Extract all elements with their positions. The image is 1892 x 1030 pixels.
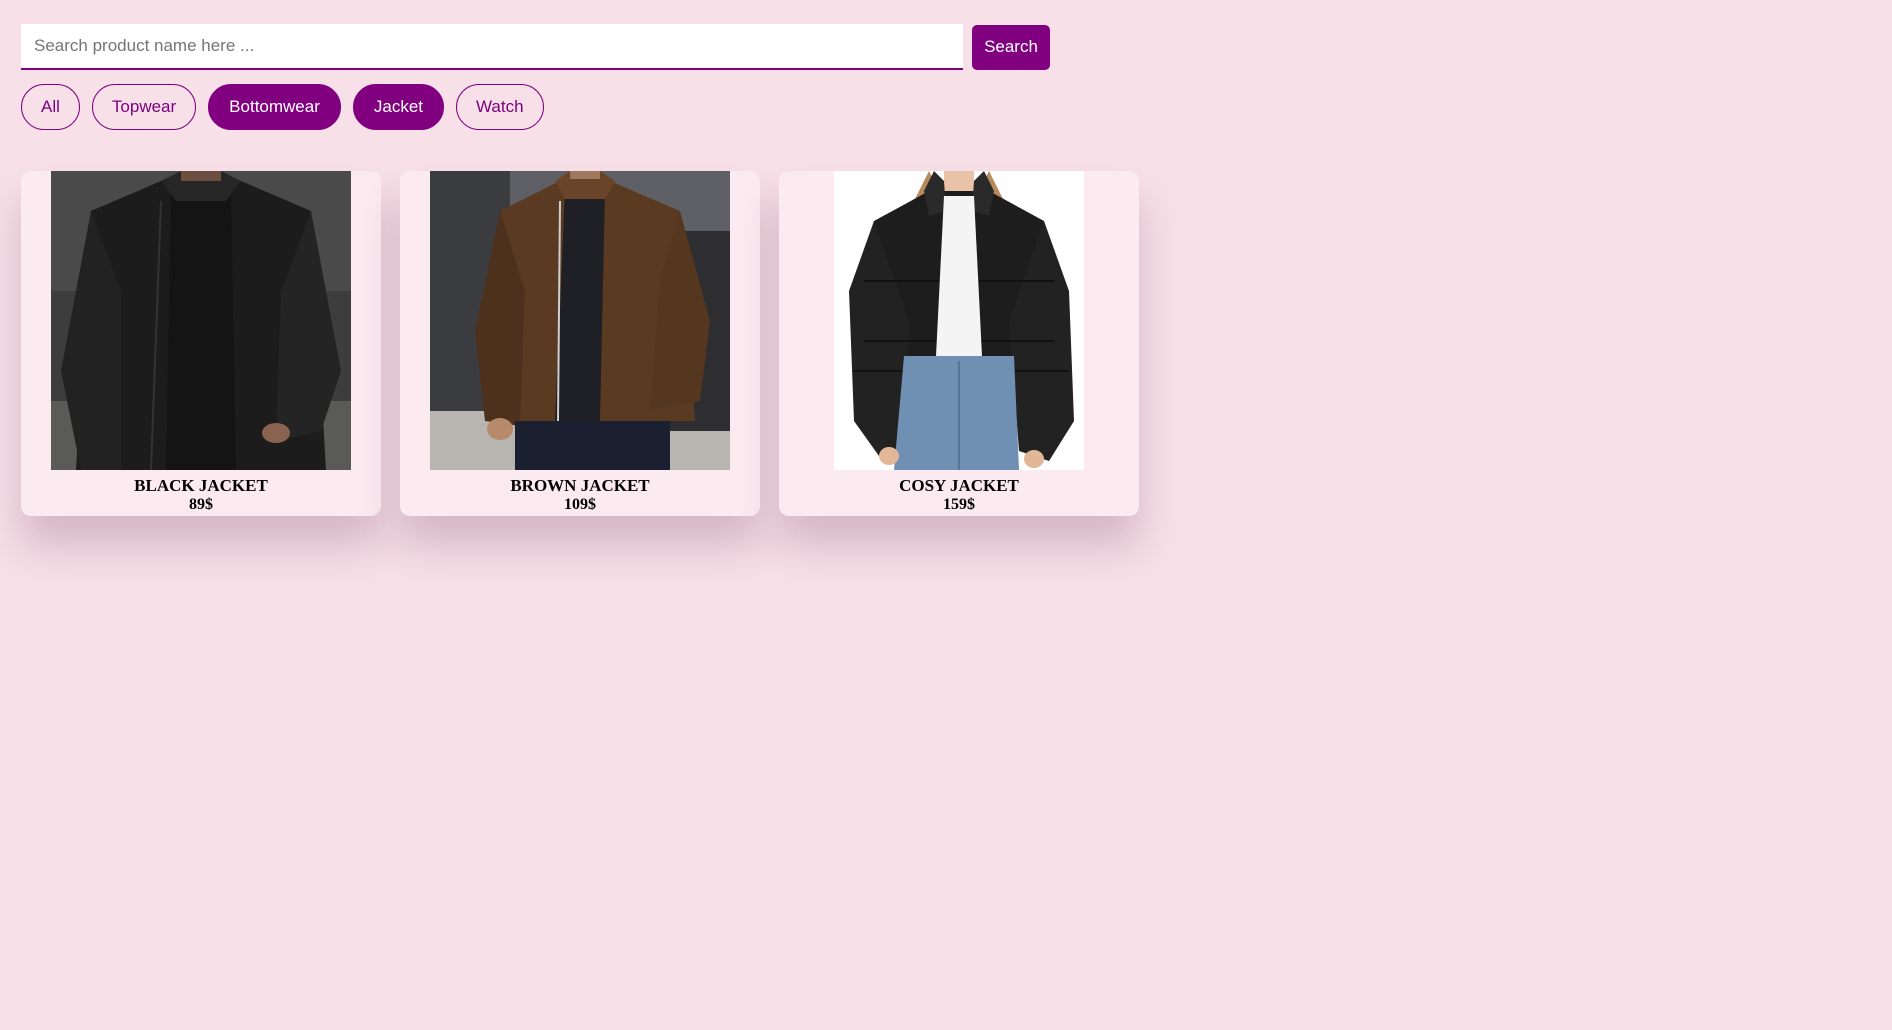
product-price: 109$	[564, 496, 596, 513]
product-card[interactable]: BLACK JACKET 89$	[21, 171, 381, 516]
category-filters: All Topwear Bottomwear Jacket Watch	[21, 84, 544, 130]
filter-bottomwear[interactable]: Bottomwear	[208, 84, 341, 130]
product-name: COSY JACKET	[899, 476, 1019, 495]
search-input[interactable]	[21, 24, 963, 70]
product-name: BLACK JACKET	[134, 476, 268, 495]
product-image-cosy-jacket	[834, 171, 1084, 470]
product-price: 159$	[943, 496, 975, 513]
product-image-brown-jacket	[430, 171, 730, 470]
filter-watch[interactable]: Watch	[456, 84, 544, 130]
product-card[interactable]: BROWN JACKET 109$	[400, 171, 760, 516]
filter-all[interactable]: All	[21, 84, 80, 130]
product-image-black-jacket	[51, 171, 351, 470]
filter-topwear[interactable]: Topwear	[91, 84, 197, 130]
product-grid: BLACK JACKET 89$ BROWN JACKET 109$ COSY …	[21, 171, 1139, 516]
page: Search All Topwear Bottomwear Jacket Wat…	[0, 0, 1892, 1030]
search-bar: Search	[21, 24, 1050, 70]
search-button[interactable]: Search	[972, 24, 1050, 70]
filter-jacket[interactable]: Jacket	[352, 84, 445, 130]
product-price: 89$	[189, 496, 213, 513]
product-name: BROWN JACKET	[510, 476, 650, 495]
product-card[interactable]: COSY JACKET 159$	[779, 171, 1139, 516]
